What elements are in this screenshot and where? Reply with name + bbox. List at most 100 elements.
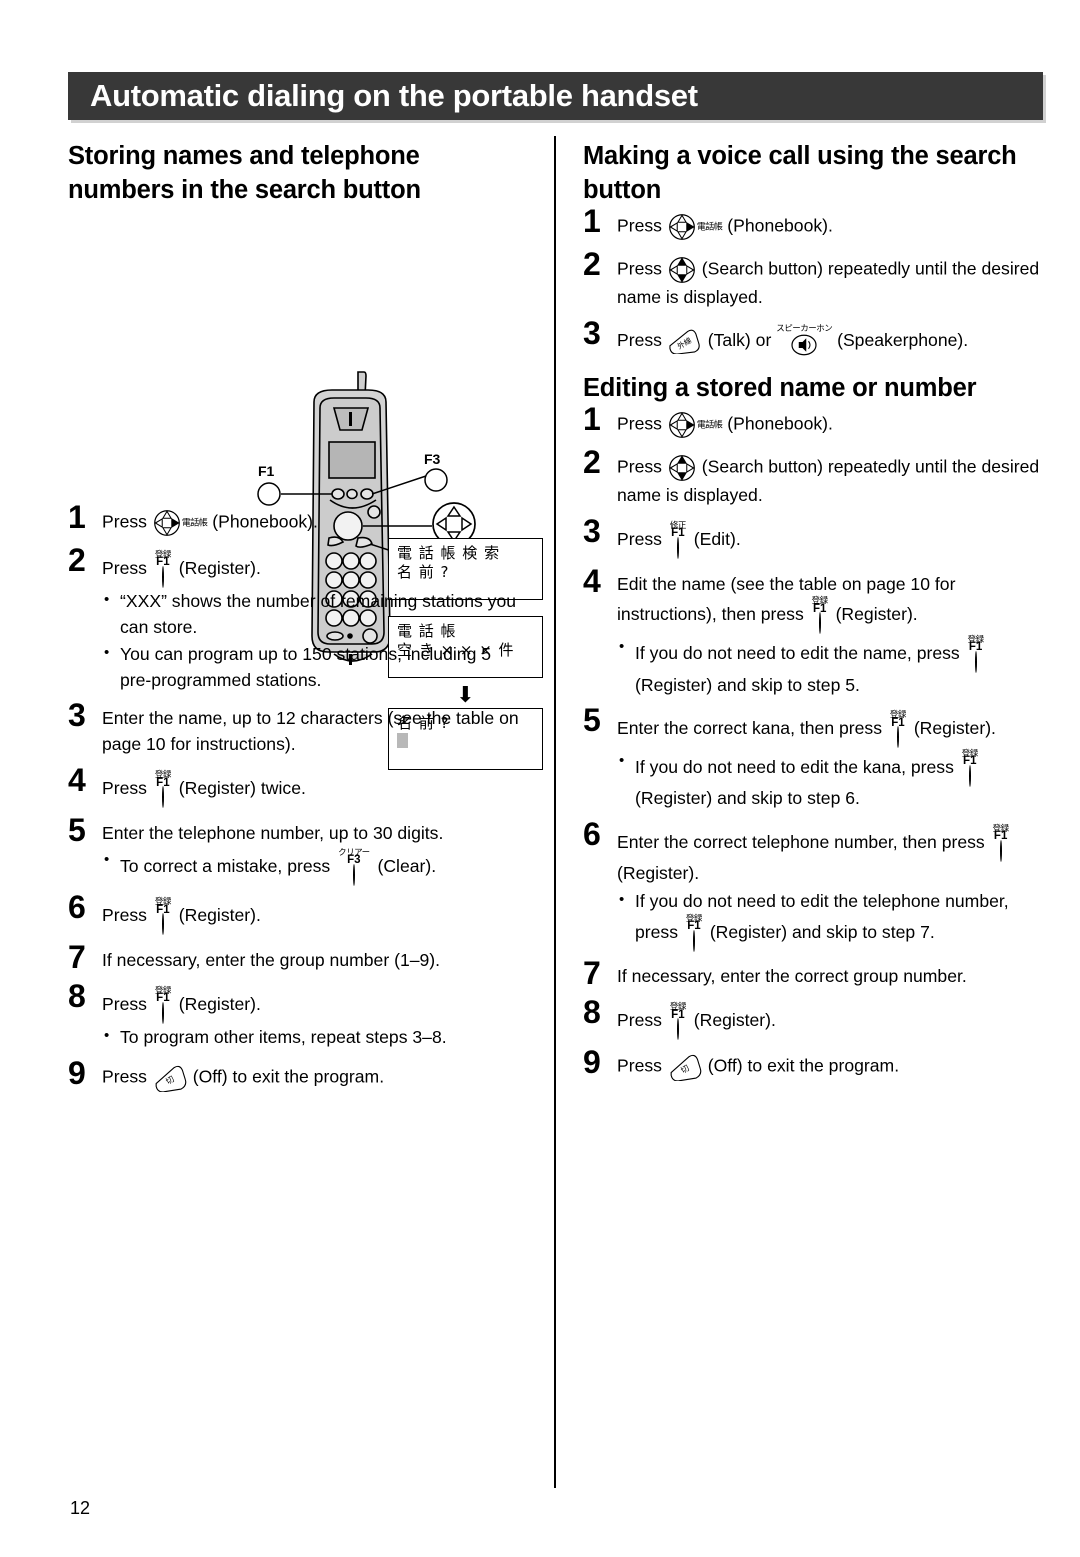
step-body: Enter the name, up to 12 characters (see…	[102, 706, 526, 758]
step-number: 1	[68, 498, 86, 535]
step-text: (Register).	[688, 1010, 776, 1031]
f3-clear-button-icon[interactable]: クリアー F3	[338, 848, 370, 886]
step-text: Press	[102, 511, 152, 532]
step-item: 4 Edit the name (see the table on page 10…	[583, 565, 1043, 699]
step-text: Press	[617, 413, 667, 434]
step-number: 6	[68, 889, 86, 926]
step-item: 2 Press (Search button) repeatedly until …	[583, 248, 1043, 311]
callout-label-f1: F1	[258, 463, 275, 479]
step-body: Press 外線 (Talk) or スピーカーホン (Speakerphone…	[617, 324, 1043, 359]
step-text: Press	[617, 528, 667, 549]
f1-key-circle	[692, 929, 695, 952]
f1-key-circle	[818, 612, 821, 635]
f1-register-button-icon[interactable]: 登録 F1	[155, 897, 171, 936]
step-number: 3	[583, 314, 601, 351]
f1-register-button-icon[interactable]: 登録 F1	[962, 749, 978, 787]
bullet-item: To correct a mistake, press クリアーF3 (Clea…	[102, 848, 526, 886]
off-button-icon[interactable]: 切	[667, 1053, 703, 1081]
step-item: 4 Press 登録 F1 (Register) twice.	[68, 764, 526, 809]
talk-button-icon[interactable]: 外線	[667, 328, 703, 354]
off-button-icon[interactable]: 切	[152, 1064, 188, 1092]
bullet-item: You can program up to 150 stations, incl…	[102, 642, 526, 693]
step-item: 7 If necessary, enter the correct group n…	[583, 957, 1043, 990]
step-text: Press	[102, 1066, 152, 1087]
f1-key-circle	[161, 1001, 164, 1024]
step-bullet-list: If you do not need to edit the telephone…	[617, 889, 1043, 952]
step-number: 2	[583, 444, 601, 481]
f1-register-button-icon[interactable]: 登録 F1	[155, 550, 171, 588]
step-text: (Register) and skip to step 6.	[635, 788, 860, 809]
step-item: 6 Press 登録 F1 (Register).	[68, 891, 526, 936]
section-title-storing: Storing names and telephone numbers in t…	[68, 142, 421, 204]
phonebook-icon[interactable]: 電話帳	[152, 508, 208, 538]
step-text: (Clear).	[372, 855, 437, 876]
manual-page: Automatic dialing on the portable handse…	[0, 0, 1080, 1557]
f1-edit-button-icon[interactable]: 修正 F1	[670, 521, 686, 559]
step-text: (Register).	[173, 905, 261, 926]
step-text: (Off) to exit the program.	[187, 1066, 385, 1087]
step-text: Press	[617, 215, 667, 236]
section-title-voice-call: Making a voice call using the search but…	[583, 142, 1017, 204]
step-bullet-list: To program other items, repeat steps 3–8…	[102, 1025, 526, 1051]
f1-register-button-icon[interactable]: 登録 F1	[155, 986, 171, 1024]
step-text: (Edit).	[688, 528, 741, 549]
f1-key-circle	[676, 1018, 679, 1041]
step-text: (Off) to exit the program.	[702, 1055, 900, 1076]
step-text: (Speakerphone).	[832, 329, 969, 350]
bullet-text: You can program up to 150 stations, incl…	[120, 644, 492, 690]
step-body: Press 電話帳 (Phonebook).	[617, 212, 1043, 242]
step-item: 1 Press 電話帳 (Phonebook).	[68, 501, 526, 538]
f1-register-button-icon[interactable]: 登録 F1	[993, 824, 1009, 862]
phonebook-icon[interactable]: 電話帳	[667, 410, 723, 440]
step-text: (Register).	[173, 557, 261, 578]
step-text: Press	[617, 456, 667, 477]
step-text: Press	[102, 905, 152, 926]
step-text: Enter the correct telephone number, then…	[617, 831, 990, 852]
step-text: To correct a mistake, press	[120, 855, 336, 876]
step-text: Press	[617, 1010, 667, 1031]
step-body: Enter the telephone number, up to 30 dig…	[102, 821, 526, 847]
step-number: 8	[583, 994, 601, 1031]
section-title-editing: Editing a stored name or number	[583, 374, 977, 403]
step-body: Enter the correct kana, then press 登録 F1 …	[617, 710, 1043, 749]
step-item: 1 Press 電話帳 (Phonebook).	[583, 403, 1043, 440]
step-text: If you do not need to edit the kana, pre…	[635, 756, 959, 777]
search-button-icon[interactable]	[667, 255, 697, 285]
step-text: (Register) and skip to step 5.	[635, 674, 860, 695]
step-body: Press 登録 F1 (Register).	[102, 550, 526, 588]
step-item: 6 Enter the correct telephone number, the…	[583, 818, 1043, 952]
f1-register-button-icon[interactable]: 登録 F1	[890, 710, 906, 749]
f1-key-circle	[161, 913, 164, 936]
bullet-item: “XXX” shows the number of remaining stat…	[102, 589, 526, 640]
step-body: Press 修正 F1 (Edit).	[617, 521, 1043, 559]
f1-register-button-icon[interactable]: 登録 F1	[670, 1002, 686, 1041]
step-body: Press 登録 F1 (Register).	[102, 897, 526, 936]
step-body: Press 切 (Off) to exit the program.	[102, 1064, 526, 1092]
f1-register-button-icon[interactable]: 登録 F1	[686, 914, 702, 952]
step-body: Edit the name (see the table on page 10 …	[617, 572, 1043, 635]
step-text: (Register).	[617, 863, 700, 884]
step-text: Press	[102, 778, 152, 799]
step-bullet-list: If you do not need to edit the kana, pre…	[617, 749, 1043, 812]
step-text: Press	[102, 993, 152, 1014]
bullet-text: “XXX” shows the number of remaining stat…	[120, 591, 517, 637]
f1-register-button-icon[interactable]: 登録 F1	[812, 596, 828, 635]
step-text: (Register).	[908, 718, 996, 739]
page-header-bar: Automatic dialing on the portable handse…	[68, 72, 1043, 120]
step-body: Press 電話帳 (Phonebook).	[617, 410, 1043, 440]
search-button-icon[interactable]	[667, 453, 697, 483]
f1-key-circle	[161, 565, 164, 588]
step-item: 9 Press 切 (Off) to exit the program.	[68, 1057, 526, 1092]
f1-register-button-icon[interactable]: 登録 F1	[155, 770, 171, 809]
step-text: If necessary, enter the correct group nu…	[617, 966, 967, 987]
f1-register-button-icon[interactable]: 登録 F1	[968, 635, 984, 673]
speakerphone-icon[interactable]: スピーカーホン	[776, 324, 833, 359]
phonebook-icon[interactable]: 電話帳	[667, 212, 723, 242]
step-number: 8	[68, 977, 86, 1014]
step-number: 9	[68, 1054, 86, 1091]
step-text: Press	[617, 1055, 667, 1076]
step-item: 8 Press 登録 F1 (Register).	[583, 996, 1043, 1041]
step-number: 4	[583, 562, 601, 599]
step-body: Press (Search button) repeatedly until t…	[617, 255, 1043, 311]
page-title: Automatic dialing on the portable handse…	[90, 78, 698, 113]
